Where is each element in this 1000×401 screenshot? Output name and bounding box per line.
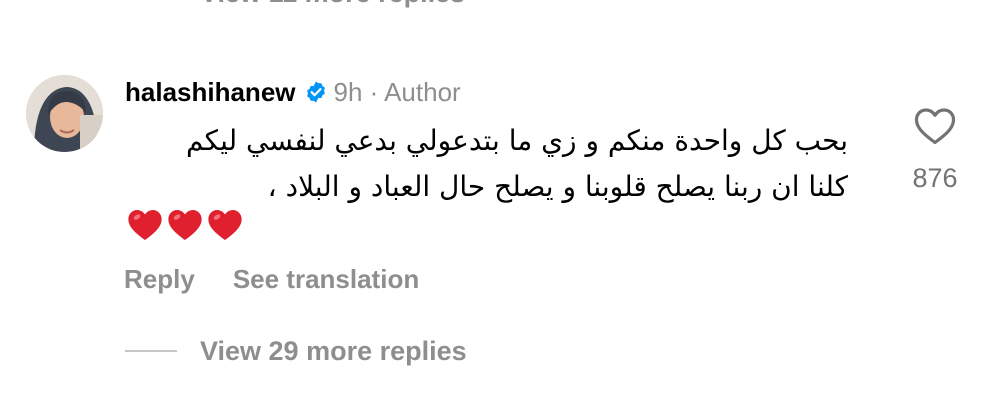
comment-line: كلنا ان ربنا يصلح قلوبنا و يصلح حال العب… bbox=[267, 170, 848, 203]
red-heart-icon bbox=[206, 206, 244, 244]
like-button[interactable] bbox=[913, 106, 957, 146]
emoji-row bbox=[126, 206, 244, 244]
like-count[interactable]: 876 bbox=[905, 163, 965, 194]
view-previous-replies-link[interactable]: View 11 more replies bbox=[200, 0, 465, 9]
comment-line: بحب كل واحدة منكم و زي ما بتدعولي بدعي ل… bbox=[186, 124, 848, 157]
avatar-image bbox=[26, 75, 103, 152]
username-link[interactable]: halashihanew bbox=[125, 77, 296, 108]
heart-outline-icon bbox=[914, 108, 956, 145]
comment-actions: Reply See translation bbox=[124, 262, 419, 296]
red-heart-icon bbox=[166, 206, 204, 244]
view-more-replies-button[interactable]: View 29 more replies bbox=[125, 333, 467, 369]
comment-text: بحب كل واحدة منكم و زي ما بتدعولي بدعي ل… bbox=[118, 118, 848, 210]
see-translation-button[interactable]: See translation bbox=[233, 264, 419, 295]
avatar[interactable] bbox=[26, 75, 103, 152]
view-more-replies-label: View 29 more replies bbox=[200, 335, 467, 366]
red-heart-icon bbox=[126, 206, 164, 244]
divider-line bbox=[125, 350, 177, 352]
verified-badge-icon bbox=[304, 80, 328, 104]
comment-meta: 9h · Author bbox=[333, 76, 461, 107]
comment-header: halashihanew 9h · Author bbox=[125, 74, 461, 110]
reply-button[interactable]: Reply bbox=[124, 264, 195, 295]
